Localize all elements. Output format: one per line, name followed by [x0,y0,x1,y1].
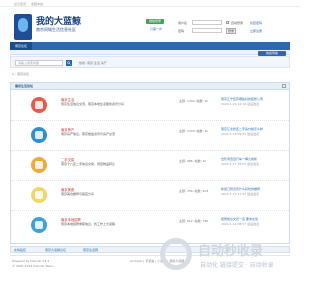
friend-links-label: 友情链接 [14,248,27,252]
powered-by: Powered by Discuz! X3.4 [12,259,50,263]
forum-list: 南京生活论坛 南京生活 南京生活信息交流，南京本地生活服务资讯分享 主题: 14… [10,82,290,244]
friend-link[interactable]: 南京大蓝鲸论坛 [45,248,66,252]
forum-icon [31,157,47,173]
watermark-subtext: 自动化 链接提交 · 自动收录 [200,262,274,269]
forum-row[interactable]: 南京美食 南京美食推荐与探店分享 主题: 754, 帖数: 903 新街口附近有… [11,181,289,211]
forgot-password-link[interactable]: 找回密码 [250,21,262,25]
forum-stats: 主题: 754, 帖数: 903 [179,189,209,193]
set-homepage-link[interactable]: 设为首页 [14,2,26,6]
forum-desc: 南京十八区二手信息交易，闲置物品转让 [61,162,116,166]
watermark: 自动秒收录 自动化 链接提交 · 自动收录 [160,238,290,298]
site-header: 我的大蓝鲸 南京同城生活信息社区 微信登录 只需一步 用户名 自动登录 找回密码… [0,7,300,41]
username-input[interactable] [192,20,222,25]
last-post-link[interactable]: 南京江宁区有哪些好的装修公司 [221,97,287,101]
hot-searches: 热搜: 南京 生活 房产 [79,61,107,65]
forum-row[interactable]: 南京本地招聘 南京本地招聘求职信息，找工作上大蓝鲸 主题: 612, 帖数: 7… [11,211,289,241]
last-post-meta: 2022-1-20 12:16 最后发表 [221,102,260,106]
whale-icon [14,14,32,40]
wechat-login-button[interactable]: 微信登录 [146,19,164,24]
forum-row[interactable]: 二手交易 南京十八区二手信息交易，闲置物品转让 主题: 986, 帖数: 1k … [11,151,289,181]
forum-stats: 主题: 1432, 帖数: 2k [179,99,209,103]
forum-row[interactable]: 南京房产 南京房产信息，南京楼盘资讯与房产交流 主题: 1203, 帖数: 1k… [11,121,289,151]
remember-label: 自动登录 [231,21,244,25]
forum-icon [31,187,47,203]
forum-section-header: 南京生活论坛 [11,83,289,90]
forum-stats: 主题: 1203, 帖数: 1k [179,129,209,133]
search-input[interactable]: 请输入搜索内容 [15,60,63,66]
register-link[interactable]: 立即注册 [250,29,262,33]
footer-link-mobile[interactable]: 手机版 [145,259,154,263]
sub-nav: 快捷导航 [10,50,290,56]
forum-desc: 南京房产信息，南京楼盘资讯与房产交流 [61,132,116,136]
search-bar: 请输入搜索内容 热搜: 南京 生活 房产 [10,56,290,68]
collapse-icon[interactable] [282,84,286,88]
forum-desc: 南京本地招聘求职信息，找工作上大蓝鲸 [61,222,116,226]
tab-nanjing-forum[interactable]: 南京论坛 [10,42,32,50]
bookmark-link[interactable]: 收藏本站 [31,2,43,6]
section-title: 南京生活论坛 [15,84,34,88]
search-button[interactable] [66,60,72,66]
last-post-meta: 2022-1-17 16:05 最后发表 [221,162,260,166]
site-title: 我的大蓝鲸 [36,17,82,27]
password-label: 密码 [178,29,185,33]
breadcrumb: ⌂ › 南京论坛 [12,72,30,76]
forum-stats: 主题: 612, 帖数: 780 [179,219,209,223]
forum-icon [31,97,47,113]
main-nav: 南京论坛 [10,42,290,50]
site-logo[interactable]: 我的大蓝鲸 南京同城生活信息社区 [14,14,106,42]
copyright: © 2001-2022 Discuz! Team. [12,264,55,268]
site-subtitle: 南京同城生活信息社区 [36,27,76,32]
forum-icon [31,217,47,233]
wechat-login-note: 只需一步 [150,27,163,31]
forum-icon [31,127,47,143]
last-post-link[interactable]: 南京江北新区二手房价格怎么样 [221,127,287,131]
login-button[interactable]: 登录 [226,28,236,34]
login-form: 用户名 自动登录 找回密码 密码 登录 立即注册 [178,20,288,36]
forum-desc: 南京生活信息交流，南京本地生活服务资讯分享 [61,102,125,106]
forum-row[interactable]: 南京生活 南京生活信息交流，南京本地生活服务资讯分享 主题: 1432, 帖数:… [11,91,289,121]
forum-desc: 南京美食推荐与探店分享 [61,192,95,196]
last-post-link[interactable]: 新街口附近有什么好吃的推荐 [221,187,287,191]
watermark-logo-icon [160,238,192,270]
last-post-link[interactable]: 招聘前台文员一名 要求女性 [221,217,287,221]
last-post-meta: 2022-1-18 09:31 最后发表 [221,132,260,136]
remember-checkbox[interactable] [226,21,229,24]
footer-link-archiver[interactable]: Archiver [130,259,142,263]
password-input[interactable] [192,28,222,33]
friend-link[interactable]: 南京生活网 [83,248,98,252]
username-label: 用户名 [178,21,188,25]
watermark-text: 自动秒收录 [198,244,264,259]
last-post-meta: 2022-1-12 08:57 最后发表 [221,222,260,226]
last-post-link[interactable]: 出售闲置自行车一辆九成新 [221,157,287,161]
top-bar: 设为首页 收藏本站 [0,0,300,7]
search-icon [67,61,71,65]
forum-stats: 主题: 986, 帖数: 1k [179,159,207,163]
last-post-meta: 2022-1-15 11:42 最后发表 [221,192,260,196]
